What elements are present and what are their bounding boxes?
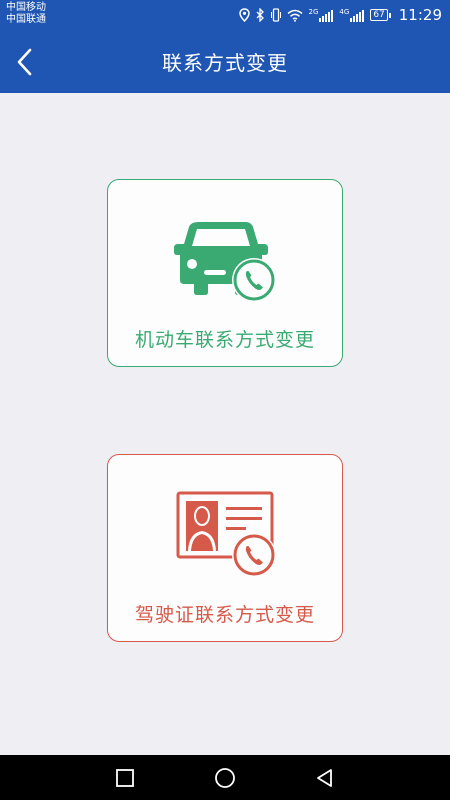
- signal-icon: [350, 9, 365, 22]
- home-button[interactable]: [195, 755, 255, 800]
- vehicle-contact-change-label: 机动车联系方式变更: [134, 329, 315, 351]
- recent-apps-button[interactable]: [95, 755, 155, 800]
- battery-level: 67: [370, 9, 388, 21]
- carrier-1: 中国移动: [6, 2, 46, 13]
- signal-2: 4G: [339, 7, 365, 22]
- battery-icon: 67: [370, 9, 391, 21]
- bluetooth-icon: [256, 8, 264, 22]
- chevron-left-icon: [17, 48, 32, 76]
- carrier-info: 中国移动 中国联通: [6, 2, 46, 26]
- nav-back-button[interactable]: [295, 755, 355, 800]
- network-type-2: 4G: [339, 7, 350, 16]
- location-icon: [238, 8, 250, 22]
- network-type-1: 2G: [308, 7, 319, 16]
- back-icon: [317, 768, 332, 787]
- page-title: 联系方式变更: [162, 51, 288, 75]
- system-nav-bar: [0, 755, 450, 800]
- clock: 11:29: [398, 6, 442, 24]
- car-phone-icon: [174, 222, 276, 302]
- status-icons: 2G 4G 67 11:29: [238, 0, 442, 30]
- carrier-2: 中国联通: [6, 14, 46, 25]
- license-contact-change-label: 驾驶证联系方式变更: [134, 604, 315, 626]
- signal-1: 2G: [308, 7, 334, 22]
- license-phone-icon: [176, 491, 276, 577]
- vibrate-icon: [270, 8, 281, 22]
- app-header: 联系方式变更: [0, 30, 450, 93]
- wifi-icon: [287, 9, 303, 22]
- signal-icon: [319, 9, 334, 22]
- back-button[interactable]: [4, 42, 44, 82]
- card-icon-wrap: [108, 485, 342, 580]
- card-icon-wrap: [108, 210, 342, 305]
- recent-apps-icon: [116, 768, 134, 787]
- status-bar: 中国移动 中国联通 2G 4G 67 11:29: [0, 0, 450, 30]
- license-contact-change-card[interactable]: 驾驶证联系方式变更: [107, 454, 343, 642]
- vehicle-contact-change-card[interactable]: 机动车联系方式变更: [107, 179, 343, 367]
- home-icon: [215, 767, 235, 788]
